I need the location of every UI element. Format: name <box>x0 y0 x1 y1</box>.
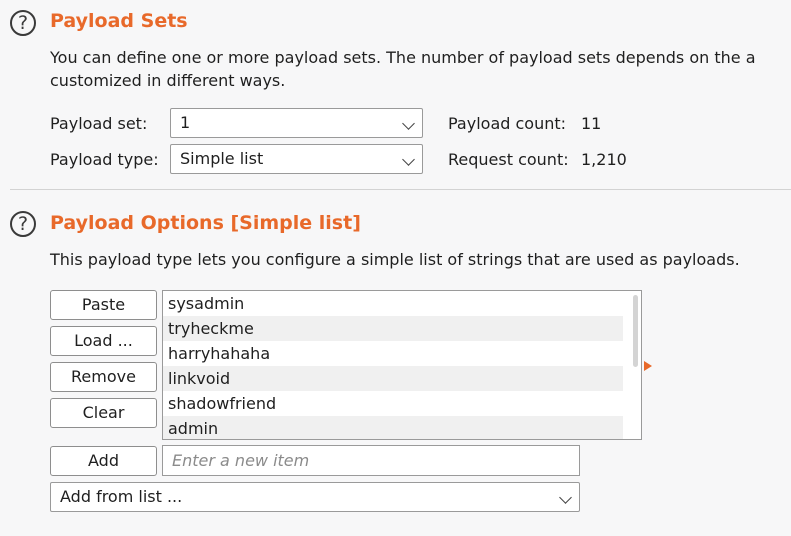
request-count-label: Request count: <box>448 150 569 169</box>
list-item[interactable]: sysadmin <box>163 291 623 316</box>
chevron-down-icon <box>402 117 415 130</box>
payload-set-label: Payload set: <box>50 114 148 133</box>
remove-button[interactable]: Remove <box>50 362 157 392</box>
list-item[interactable]: harryhahaha <box>163 341 623 366</box>
payload-set-value: 1 <box>180 113 191 132</box>
section-divider <box>10 189 791 190</box>
payload-type-label: Payload type: <box>50 150 159 169</box>
paste-button[interactable]: Paste <box>50 290 157 320</box>
scrollbar-thumb[interactable] <box>633 295 638 367</box>
load-button[interactable]: Load ... <box>50 326 157 356</box>
request-count-value: 1,210 <box>581 150 627 169</box>
chevron-down-icon <box>402 153 415 166</box>
help-icon[interactable]: ? <box>10 211 36 237</box>
payload-options-title: Payload Options [Simple list] <box>50 212 361 234</box>
list-item[interactable]: tryheckme <box>163 316 623 341</box>
list-item[interactable]: shadowfriend <box>163 391 623 416</box>
list-item[interactable]: linkvoid <box>163 366 623 391</box>
payload-sets-description: You can define one or more payload sets.… <box>50 46 756 92</box>
payload-sets-description-line1: You can define one or more payload sets.… <box>50 48 756 67</box>
payload-list[interactable]: sysadmin tryheckme harryhahaha linkvoid … <box>162 290 642 440</box>
payload-options-description: This payload type lets you configure a s… <box>50 250 740 269</box>
help-icon[interactable]: ? <box>10 10 36 36</box>
payload-type-value: Simple list <box>180 149 264 168</box>
clear-button[interactable]: Clear <box>50 398 157 428</box>
payload-set-select[interactable]: 1 <box>170 108 423 138</box>
payload-sets-title: Payload Sets <box>50 10 188 32</box>
payload-count-label: Payload count: <box>448 114 567 133</box>
new-item-input[interactable]: Enter a new item <box>162 445 580 476</box>
triangle-marker-icon <box>644 361 652 371</box>
list-item[interactable]: admin <box>163 416 623 439</box>
payload-type-select[interactable]: Simple list <box>170 144 423 174</box>
add-button[interactable]: Add <box>50 446 157 476</box>
add-from-list-select[interactable]: Add from list ... <box>50 482 580 512</box>
add-from-list-value: Add from list ... <box>60 487 183 506</box>
chevron-down-icon <box>559 491 572 504</box>
payload-count-value: 11 <box>581 114 602 133</box>
payload-sets-description-line2: customized in different ways. <box>50 71 286 90</box>
